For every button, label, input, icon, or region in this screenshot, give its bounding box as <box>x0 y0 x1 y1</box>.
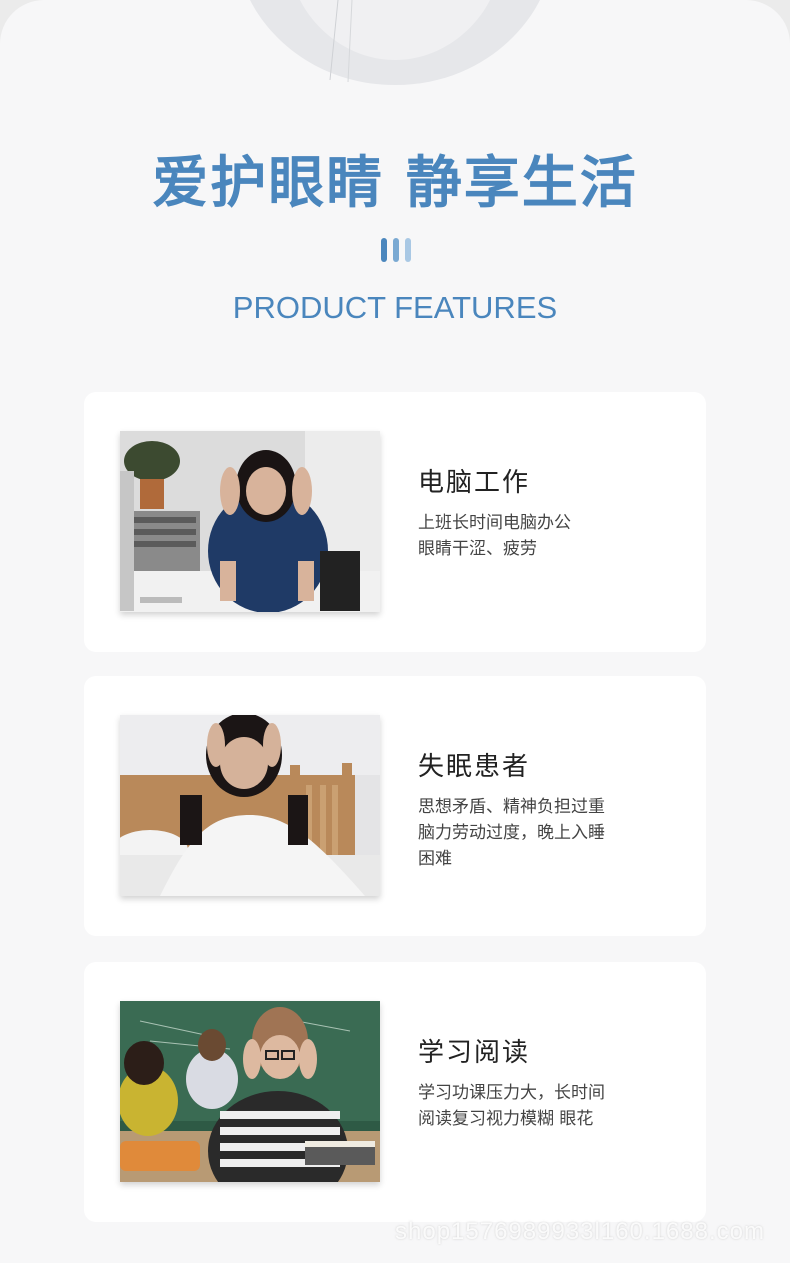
feature-description: 学习功课压力大，长时间 阅读复习视力模糊 眼花 <box>418 1083 605 1129</box>
feature-title: 电脑工作 <box>418 468 531 498</box>
feature-card-insomnia: 失眠患者 思想矛盾、精神负担过重 脑力劳动过度，晚上入睡 困难 <box>84 676 706 936</box>
woman-insomnia-in-bed-image <box>120 715 380 896</box>
feature-description: 上班长时间电脑办公 眼睛干涩、疲劳 <box>418 513 571 559</box>
top-decoration <box>250 0 540 85</box>
feature-card-computer-work: 电脑工作 上班长时间电脑办公 眼睛干涩、疲劳 <box>84 392 706 652</box>
page-subtitle: PRODUCT FEATURES <box>232 290 558 325</box>
feature-description: 思想矛盾、精神负担过重 脑力劳动过度，晚上入睡 困难 <box>418 797 605 869</box>
page-title: 爱护眼睛 静享生活 <box>152 151 638 216</box>
feature-title: 失眠患者 <box>418 752 531 782</box>
page-background: 爱护眼睛 静享生活 PRODUCT FEATURES 电脑工作 上班长时间电脑办… <box>0 0 790 1263</box>
feature-title: 学习阅读 <box>418 1038 531 1068</box>
watermark: shop1576989933l160.1688.com <box>395 1218 765 1245</box>
divider-bars-icon <box>381 238 411 262</box>
feature-card-study-reading: 学习阅读 学习功课压力大，长时间 阅读复习视力模糊 眼花 <box>84 962 706 1222</box>
student-stressed-in-classroom-image <box>120 1001 380 1182</box>
woman-headache-at-computer-image <box>120 431 380 612</box>
